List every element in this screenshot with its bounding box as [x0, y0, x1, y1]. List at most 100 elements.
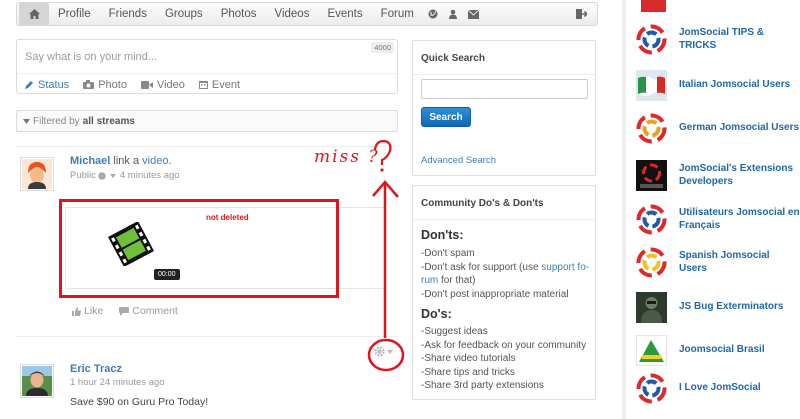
- thumbs-up-icon: [72, 306, 81, 316]
- nav-events[interactable]: Events: [327, 8, 362, 20]
- main-navbar: Profile Friends Groups Photos Videos Eve…: [16, 2, 598, 26]
- gear-icon: [374, 346, 385, 357]
- group-item[interactable]: German Jomsocial Users: [636, 113, 799, 144]
- home-icon: [28, 9, 40, 19]
- group-label: I Love JomSocial: [679, 382, 761, 395]
- annotation-scribble-text: miss ?: [314, 147, 380, 167]
- actor-name[interactable]: Eric Tracz: [70, 363, 122, 375]
- group-name[interactable]: Italian Jomsocial Users: [679, 79, 790, 90]
- composer-placeholder[interactable]: Say what is on your mind...: [25, 51, 157, 63]
- stream-filter[interactable]: Filtered by all streams: [16, 110, 398, 132]
- group-item[interactable]: Spanish Jomsocial Users: [636, 247, 800, 278]
- group-thumbnail[interactable]: [641, 0, 666, 12]
- group-logo-icon: [636, 204, 667, 235]
- group-name[interactable]: Developers: [679, 176, 733, 187]
- donts-text: for that): [438, 275, 476, 286]
- envelope-icon: [467, 9, 479, 19]
- nav-user[interactable]: [448, 9, 458, 19]
- video-camera-icon: [140, 80, 153, 89]
- avatar[interactable]: [20, 157, 54, 191]
- post-options-menu[interactable]: [374, 346, 393, 357]
- group-item[interactable]: JomSocial's Extensions Developers: [636, 160, 793, 191]
- like-button[interactable]: Like: [72, 305, 111, 317]
- filter-value: all streams: [82, 115, 135, 127]
- group-label: JomSocial's Extensions Developers: [679, 163, 793, 188]
- nav-friends[interactable]: Friends: [109, 8, 147, 20]
- group-name[interactable]: Spanish Jomsocial Users: [679, 250, 770, 274]
- caret-down-icon: [109, 173, 116, 178]
- group-label: Utilisateurs Jomsocial en Français: [679, 207, 800, 232]
- nav-videos[interactable]: Videos: [275, 8, 310, 20]
- actor-name[interactable]: Michael: [70, 155, 110, 167]
- nav-groups[interactable]: Groups: [165, 8, 203, 20]
- tab-video-label: Video: [156, 78, 185, 91]
- home-button[interactable]: [19, 3, 49, 25]
- nav-forum[interactable]: Forum: [381, 8, 414, 20]
- group-name[interactable]: JomSocial's Extensions: [679, 163, 793, 174]
- post-actions: Like Comment: [72, 305, 194, 317]
- avatar-michael-image: [22, 159, 52, 189]
- donts-item: -Don't post inappropriate material: [421, 288, 569, 300]
- group-item[interactable]: Utilisateurs Jomsocial en Français: [636, 204, 800, 235]
- annotation-question-dot: [380, 168, 384, 172]
- stream-divider: [16, 336, 398, 337]
- pencil-icon: [25, 81, 33, 89]
- post-meta: 1 hour 24 minutes ago: [70, 377, 165, 388]
- search-button[interactable]: Search: [421, 107, 471, 127]
- tab-status[interactable]: Status: [25, 79, 69, 91]
- group-item[interactable]: Joomsocial Brasil: [636, 335, 765, 366]
- search-input[interactable]: [421, 79, 588, 99]
- donts-text: -Don't ask for support (use: [421, 261, 542, 273]
- privacy-label[interactable]: Public: [70, 170, 96, 181]
- nav-globe[interactable]: [428, 9, 438, 19]
- nav-inbox[interactable]: [467, 9, 479, 19]
- post-actor-line: Eric Tracz: [70, 363, 122, 375]
- donts-item: rum for that): [421, 274, 587, 288]
- group-item[interactable]: JomSocial TIPS & TRICKS: [636, 24, 800, 55]
- nav-profile[interactable]: Profile: [58, 8, 91, 20]
- char-counter: 4000: [371, 42, 394, 53]
- group-name[interactable]: Joomsocial Brasil: [679, 344, 765, 355]
- post-time: 4 minutes ago: [119, 170, 180, 181]
- advanced-search-link[interactable]: Advanced Search: [421, 155, 496, 166]
- dos-item: -Share 3rd party extensions: [421, 380, 544, 391]
- post-object-link[interactable]: video: [142, 155, 168, 167]
- group-logo-icon: [636, 247, 667, 278]
- group-item[interactable]: JS Bug Exterminators: [636, 292, 783, 323]
- annotation-note: not deleted: [206, 213, 249, 222]
- group-name[interactable]: JS Bug Exterminators: [679, 301, 783, 312]
- post-meta: Public 4 minutes ago: [70, 170, 180, 181]
- support-forum-link[interactable]: support fo-: [541, 262, 589, 273]
- group-item[interactable]: I Love JomSocial: [636, 373, 761, 404]
- status-composer[interactable]: Say what is on your mind... 4000 Status …: [16, 39, 398, 94]
- bug-exterminator-icon: [636, 292, 667, 323]
- composer-tabs: Status Photo Video Event: [17, 73, 397, 95]
- group-name[interactable]: Français: [679, 220, 720, 231]
- group-label: German Jomsocial Users: [679, 122, 799, 135]
- group-name[interactable]: I Love JomSocial: [679, 382, 761, 393]
- avatar[interactable]: [20, 364, 54, 398]
- globe-icon: [428, 9, 438, 19]
- dos-item: -Suggest ideas: [421, 326, 488, 337]
- group-name[interactable]: Utilisateurs Jomsocial en: [679, 207, 800, 218]
- tab-video[interactable]: Video: [140, 78, 185, 91]
- logout-icon: [576, 9, 587, 19]
- tab-event[interactable]: Event: [198, 79, 240, 91]
- nav-logout[interactable]: [576, 9, 587, 19]
- nav-photos[interactable]: Photos: [221, 8, 257, 20]
- comment-button[interactable]: Comment: [119, 305, 186, 317]
- tab-photo-label: Photo: [98, 78, 127, 91]
- group-item[interactable]: Italian Jomsocial Users: [636, 70, 790, 101]
- italian-flag-icon: [636, 70, 667, 101]
- filter-prefix: Filtered by: [33, 115, 80, 127]
- group-name[interactable]: JomSocial TIPS & TRICKS: [679, 27, 764, 51]
- tab-photo[interactable]: Photo: [83, 79, 127, 91]
- actor-verb: link a: [113, 155, 140, 167]
- quick-search-module: Quick Search Search Advanced Search: [412, 40, 596, 176]
- support-forum-link[interactable]: rum: [421, 275, 438, 286]
- camera-icon: [83, 80, 95, 89]
- group-name[interactable]: German Jomsocial Users: [679, 122, 799, 133]
- avatar-eric-image: [22, 366, 52, 396]
- user-icon: [448, 9, 457, 19]
- group-logo-icon: [636, 373, 667, 404]
